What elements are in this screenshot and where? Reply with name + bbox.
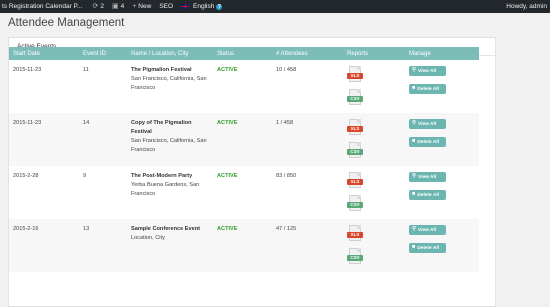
manage-cell: ⚲ View All ■ Delete All [405, 219, 479, 272]
language-switcher[interactable]: English ? [177, 0, 226, 13]
xls-download-icon[interactable]: XLS [347, 66, 363, 85]
name-location-cell: The Post-Modern Party Yerba Buena Gardens… [127, 166, 213, 219]
search-icon: ⚲ [412, 120, 417, 127]
reports-cell: XLS CSV [343, 60, 405, 113]
manage-cell: ⚲ View All ■ Delete All [405, 166, 479, 219]
language-label: English [193, 3, 215, 10]
name-location-cell: The Pigmalion Festival San Francisco, Cal… [127, 60, 213, 113]
header-status[interactable]: Status [213, 47, 272, 60]
view-all-button[interactable]: ⚲ View All [409, 225, 446, 235]
account-menu[interactable]: Howdy, admin [502, 0, 550, 13]
manage-cell: ⚲ View All ■ Delete All [405, 60, 479, 113]
attendees-cell: 10 / 458 [276, 67, 297, 73]
view-all-button[interactable]: ⚲ View All [409, 172, 446, 182]
attendees-cell: 47 / 125 [276, 226, 297, 232]
event-name: The Post-Modern Party [131, 173, 193, 179]
reports-cell: XLS CSV [343, 219, 405, 272]
howdy-text: Howdy, admin [506, 3, 547, 10]
delete-all-button[interactable]: ■ Delete All [409, 190, 446, 200]
reports-cell: XLS CSV [343, 113, 405, 166]
event-location: Location, City [131, 235, 165, 241]
event-name: Sample Conference Event [131, 226, 201, 232]
attendees-cell: 1 / 458 [276, 120, 294, 126]
uk-flag-icon [181, 4, 190, 9]
search-icon: ⚲ [412, 67, 417, 74]
events-table: Start Date Event ID Name / Location, Cit… [9, 47, 479, 272]
search-icon: ⚲ [412, 173, 417, 180]
table-row: 2015-2-16 13 Sample Conference Event Loca… [9, 219, 479, 272]
table-row: 2015-2-28 9 The Post-Modern Party Yerba B… [9, 166, 479, 219]
header-name-location[interactable]: Name / Location, City [127, 47, 213, 60]
xls-download-icon[interactable]: XLS [347, 172, 363, 191]
event-id-cell: 14 [83, 120, 90, 126]
delete-all-button[interactable]: ■ Delete All [409, 84, 446, 94]
delete-all-button[interactable]: ■ Delete All [409, 137, 446, 147]
event-location: Yerba Buena Gardens, San Francisco [131, 182, 200, 197]
status-badge: ACTIVE [217, 67, 238, 73]
manage-cell: ⚲ View All ■ Delete All [405, 113, 479, 166]
header-reports: Reports [347, 50, 369, 57]
plus-icon: + [132, 3, 137, 10]
event-id-cell: 11 [83, 67, 89, 73]
new-label: New [138, 3, 152, 10]
reports-cell: XLS CSV [343, 166, 405, 219]
status-badge: ACTIVE [217, 173, 238, 179]
attendees-cell: 83 / 850 [276, 173, 297, 179]
updates-icon: ⟳ [92, 3, 99, 10]
seo-label: SEO [159, 3, 174, 10]
event-name: Copy of The Pigmalion Festival [131, 120, 192, 135]
seo-menu[interactable]: SEO [155, 0, 177, 13]
csv-download-icon[interactable]: CSV [347, 195, 363, 214]
help-icon[interactable]: ? [216, 3, 223, 10]
new-content-link[interactable]: + New [128, 0, 155, 13]
page-title: Attendee Management [8, 17, 125, 29]
comments-icon: ▣ [111, 3, 119, 10]
comments-count: 4 [120, 3, 125, 10]
table-header-row: Start Date Event ID Name / Location, Cit… [9, 47, 479, 60]
trash-icon: ■ [412, 191, 416, 198]
trash-icon: ■ [412, 244, 416, 251]
search-icon: ⚲ [412, 226, 417, 233]
start-date-cell: 2015-2-28 [13, 173, 39, 179]
event-id-cell: 9 [83, 173, 87, 179]
admin-bar: ts Registration Calendar P... ⟳ 2 ▣ 4 + … [0, 0, 550, 13]
trash-icon: ■ [412, 138, 416, 145]
status-badge: ACTIVE [217, 226, 238, 232]
csv-download-icon[interactable]: CSV [347, 142, 363, 161]
header-attendees[interactable]: # Attendees [272, 47, 343, 60]
start-date-cell: 2015-11-23 [13, 67, 42, 73]
header-manage: Manage [409, 50, 431, 57]
table-row: 2015-11-23 11 The Pigmalion Festival San … [9, 60, 479, 113]
trash-icon: ■ [412, 85, 416, 92]
status-badge: ACTIVE [217, 120, 238, 126]
start-date-cell: 2015-2-16 [13, 226, 39, 232]
csv-download-icon[interactable]: CSV [347, 89, 363, 108]
xls-download-icon[interactable]: XLS [347, 119, 363, 138]
updates-link[interactable]: ⟳ 2 [88, 0, 108, 13]
event-id-cell: 13 [83, 226, 90, 232]
name-location-cell: Sample Conference Event Location, City [127, 219, 213, 272]
event-name: The Pigmalion Festival [131, 67, 192, 73]
site-title-link[interactable]: ts Registration Calendar P... [0, 0, 88, 13]
site-title: ts Registration Calendar P... [2, 3, 83, 10]
delete-all-button[interactable]: ■ Delete All [409, 243, 446, 253]
event-location: San Francisco, California, San Francisco [131, 138, 207, 153]
name-location-cell: Copy of The Pigmalion Festival San Franci… [127, 113, 213, 166]
header-event-id[interactable]: Event ID [79, 47, 127, 60]
csv-download-icon[interactable]: CSV [347, 248, 363, 267]
start-date-cell: 2015-11-23 [13, 120, 42, 126]
xls-download-icon[interactable]: XLS [347, 225, 363, 244]
view-all-button[interactable]: ⚲ View All [409, 119, 446, 129]
table-row: 2015-11-23 14 Copy of The Pigmalion Fest… [9, 113, 479, 166]
updates-count: 2 [100, 3, 104, 10]
comments-link[interactable]: ▣ 4 [108, 0, 128, 13]
event-location: San Francisco, California, San Francisco [131, 76, 207, 91]
view-all-button[interactable]: ⚲ View All [409, 66, 446, 76]
header-start-date[interactable]: Start Date [9, 47, 79, 60]
